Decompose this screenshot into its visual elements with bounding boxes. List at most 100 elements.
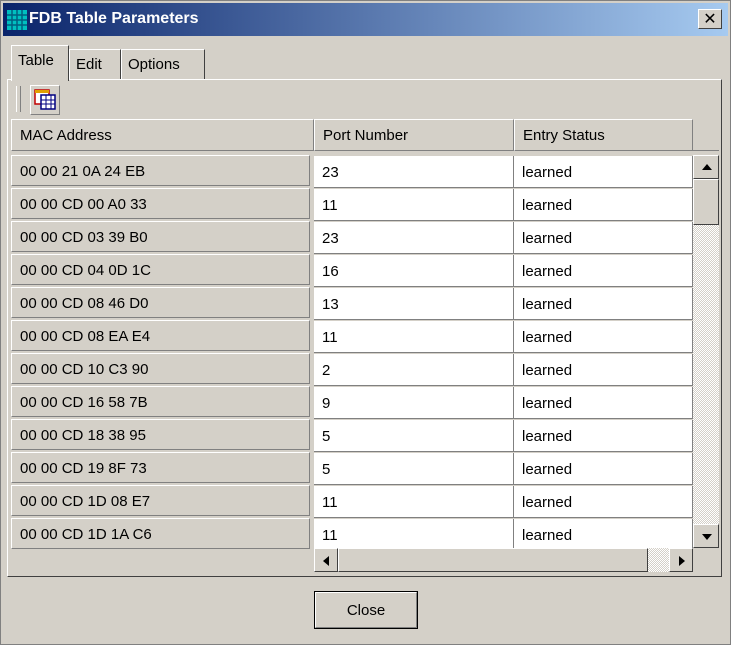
mac-address-cell[interactable]: 00 00 CD 1D 1A C6 — [11, 518, 310, 549]
port-number-cell[interactable]: 2 — [314, 354, 514, 386]
table-view-icon — [34, 89, 56, 110]
entry-status-cell[interactable]: learned — [514, 387, 693, 419]
dialog-window: FDB Table Parameters ✕ Table Edit Option… — [0, 0, 731, 645]
entry-status: learned — [522, 164, 573, 181]
arrow-left-icon — [323, 556, 329, 566]
mac-address: 00 00 CD 16 58 7B — [20, 394, 148, 411]
entry-status-cell[interactable]: learned — [514, 189, 693, 221]
mac-address-cell[interactable]: 00 00 CD 08 46 D0 — [11, 287, 310, 318]
entry-status: learned — [522, 230, 573, 247]
toolbar-grip[interactable] — [16, 86, 21, 112]
entry-status-cell[interactable]: learned — [514, 156, 693, 188]
mac-address: 00 00 CD 03 39 B0 — [20, 229, 148, 246]
mac-address: 00 00 CD 00 A0 33 — [20, 196, 147, 213]
mac-address: 00 00 CD 18 38 95 — [20, 427, 146, 444]
port-number: 11 — [322, 527, 338, 544]
port-number-cell[interactable]: 11 — [314, 486, 514, 518]
entry-status-cell[interactable]: learned — [514, 453, 693, 485]
close-icon: ✕ — [703, 9, 717, 28]
port-number: 16 — [322, 263, 339, 280]
port-number: 23 — [322, 164, 339, 181]
horizontal-scroll-thumb[interactable] — [338, 548, 648, 572]
entry-status-cell[interactable]: learned — [514, 519, 693, 551]
entry-status: learned — [522, 461, 573, 478]
entry-status-cell[interactable]: learned — [514, 486, 693, 518]
port-number-cell[interactable]: 5 — [314, 420, 514, 452]
tab-edit[interactable]: Edit — [69, 49, 121, 79]
mac-address: 00 00 CD 1D 1A C6 — [20, 526, 152, 543]
entry-status: learned — [522, 329, 573, 346]
entry-status-cell[interactable]: learned — [514, 321, 693, 353]
entry-status: learned — [522, 263, 573, 280]
port-number: 23 — [322, 230, 339, 247]
mac-address-cell[interactable]: 00 00 CD 03 39 B0 — [11, 221, 310, 252]
mac-address: 00 00 21 0A 24 EB — [20, 163, 146, 180]
close-window-button[interactable]: ✕ — [698, 9, 722, 29]
port-number: 5 — [322, 461, 331, 478]
arrow-down-icon — [702, 534, 712, 540]
header-spacer — [693, 119, 719, 151]
entry-status: learned — [522, 395, 573, 412]
port-number-cell[interactable]: 11 — [314, 189, 514, 221]
tab-label: Options — [128, 56, 180, 73]
column-label: Entry Status — [523, 127, 605, 144]
port-number-cell[interactable]: 11 — [314, 321, 514, 353]
mac-address-cell[interactable]: 00 00 CD 00 A0 33 — [11, 188, 310, 219]
port-number-cell[interactable]: 9 — [314, 387, 514, 419]
port-number: 11 — [322, 197, 338, 214]
column-header-port[interactable]: Port Number — [314, 119, 514, 151]
port-number-cell[interactable]: 13 — [314, 288, 514, 320]
grid-icon — [7, 10, 27, 30]
mac-address-cell[interactable]: 00 00 CD 16 58 7B — [11, 386, 310, 417]
mac-address-cell[interactable]: 00 00 CD 1D 08 E7 — [11, 485, 310, 516]
port-number-cell[interactable]: 16 — [314, 255, 514, 287]
tab-label: Edit — [76, 56, 102, 73]
arrow-up-icon — [702, 164, 712, 170]
entry-status: learned — [522, 197, 573, 214]
mac-address: 00 00 CD 04 0D 1C — [20, 262, 151, 279]
window-title: FDB Table Parameters — [29, 10, 199, 27]
table-view-button[interactable] — [30, 85, 60, 115]
port-number: 2 — [322, 362, 331, 379]
scroll-up-button[interactable] — [693, 155, 719, 179]
port-number: 9 — [322, 395, 331, 412]
title-bar[interactable]: FDB Table Parameters ✕ — [3, 3, 728, 36]
entry-status-cell[interactable]: learned — [514, 288, 693, 320]
port-number: 5 — [322, 428, 331, 445]
entry-status-cell[interactable]: learned — [514, 222, 693, 254]
tab-label: Table — [18, 52, 54, 69]
scroll-thumb[interactable] — [693, 179, 719, 225]
mac-address: 00 00 CD 08 EA E4 — [20, 328, 151, 345]
scroll-corner — [693, 548, 719, 572]
port-number-cell[interactable]: 23 — [314, 222, 514, 254]
mac-address-cell[interactable]: 00 00 CD 18 38 95 — [11, 419, 310, 450]
scroll-left-button[interactable] — [314, 548, 338, 572]
port-number-cell[interactable]: 5 — [314, 453, 514, 485]
tab-options[interactable]: Options — [121, 49, 205, 79]
entry-status-cell[interactable]: learned — [514, 420, 693, 452]
mac-address-cell[interactable]: 00 00 CD 08 EA E4 — [11, 320, 310, 351]
tab-table[interactable]: Table — [11, 45, 69, 81]
column-header-status[interactable]: Entry Status — [514, 119, 693, 151]
horizontal-scrollbar[interactable] — [314, 548, 693, 572]
port-number: 13 — [322, 296, 339, 313]
mac-address-cell[interactable]: 00 00 CD 19 8F 73 — [11, 452, 310, 483]
entry-status-cell[interactable]: learned — [514, 354, 693, 386]
column-label: MAC Address — [20, 127, 112, 144]
port-number-cell[interactable]: 11 — [314, 519, 514, 551]
entry-status: learned — [522, 527, 573, 544]
port-number-cell[interactable]: 23 — [314, 156, 514, 188]
mac-address-cell[interactable]: 00 00 21 0A 24 EB — [11, 155, 310, 186]
close-button[interactable]: Close — [314, 591, 418, 629]
mac-address-cell[interactable]: 00 00 CD 10 C3 90 — [11, 353, 310, 384]
entry-status: learned — [522, 428, 573, 445]
arrow-right-icon — [679, 556, 685, 566]
column-label: Port Number — [323, 127, 409, 144]
entry-status-cell[interactable]: learned — [514, 255, 693, 287]
mac-address: 00 00 CD 19 8F 73 — [20, 460, 147, 477]
mac-address-cell[interactable]: 00 00 CD 04 0D 1C — [11, 254, 310, 285]
column-header-mac[interactable]: MAC Address — [11, 119, 314, 151]
scroll-right-button[interactable] — [669, 548, 693, 572]
scroll-down-button[interactable] — [693, 524, 719, 548]
vertical-scrollbar[interactable] — [693, 155, 719, 548]
